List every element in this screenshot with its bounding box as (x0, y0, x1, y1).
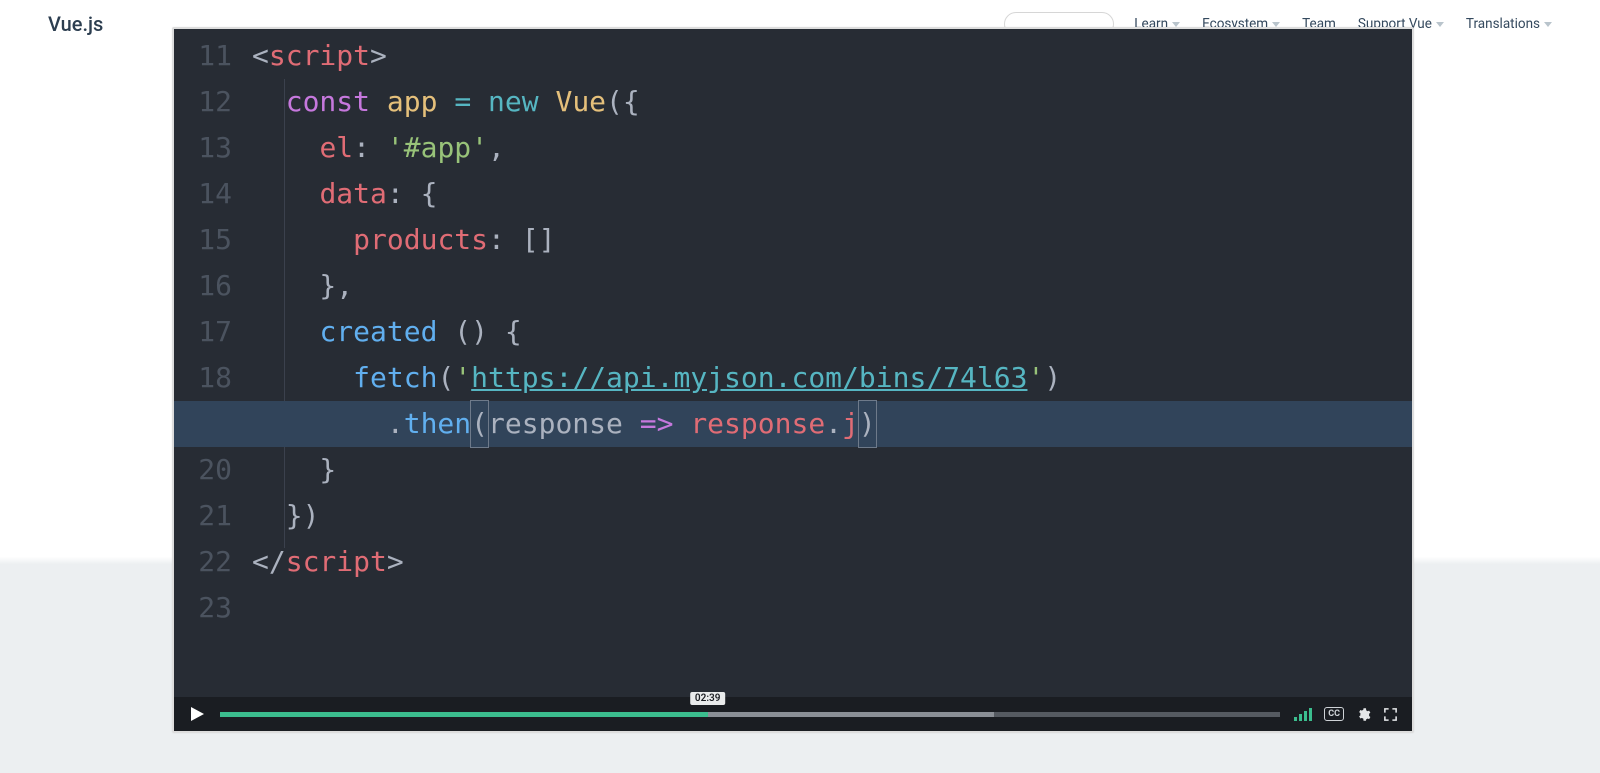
code-line: </script> (246, 539, 1412, 585)
chevron-down-icon (1272, 22, 1280, 27)
logo[interactable]: Vue.js (48, 12, 103, 36)
cc-icon[interactable]: CC (1324, 707, 1344, 721)
video-frame: 11121314151617181920212223 <script> cons… (172, 27, 1414, 733)
chevron-down-icon (1436, 22, 1444, 27)
code-line: <script> (246, 33, 1412, 79)
progress-bar[interactable]: 02:39 (220, 711, 1280, 717)
video-player-bar: 02:39 CC (174, 697, 1412, 731)
code-content: <script> const app = new Vue({ el: '#app… (246, 33, 1412, 631)
time-tooltip: 02:39 (690, 692, 726, 705)
code-line: fetch('https://api.myjson.com/bins/74l63… (246, 355, 1412, 401)
fullscreen-icon[interactable] (1383, 707, 1398, 722)
chevron-down-icon (1172, 22, 1180, 27)
code-line: el: '#app', (246, 125, 1412, 171)
play-icon[interactable] (188, 705, 206, 723)
code-line: data: { (246, 171, 1412, 217)
code-line: const app = new Vue({ (246, 79, 1412, 125)
code-line: created () { (246, 309, 1412, 355)
code-line: products: [] (246, 217, 1412, 263)
code-line: } (246, 447, 1412, 493)
line-number-gutter: 11121314151617181920212223 (174, 33, 246, 697)
chevron-down-icon (1544, 22, 1552, 27)
volume-icon[interactable] (1294, 707, 1312, 721)
code-line (246, 585, 1412, 631)
nav-link-translations[interactable]: Translations (1466, 16, 1552, 32)
code-editor: 11121314151617181920212223 <script> cons… (174, 29, 1412, 697)
code-line: }, (246, 263, 1412, 309)
code-line: .then(response => response.j) (246, 401, 1412, 447)
code-line: }) (246, 493, 1412, 539)
settings-icon[interactable] (1356, 707, 1371, 722)
